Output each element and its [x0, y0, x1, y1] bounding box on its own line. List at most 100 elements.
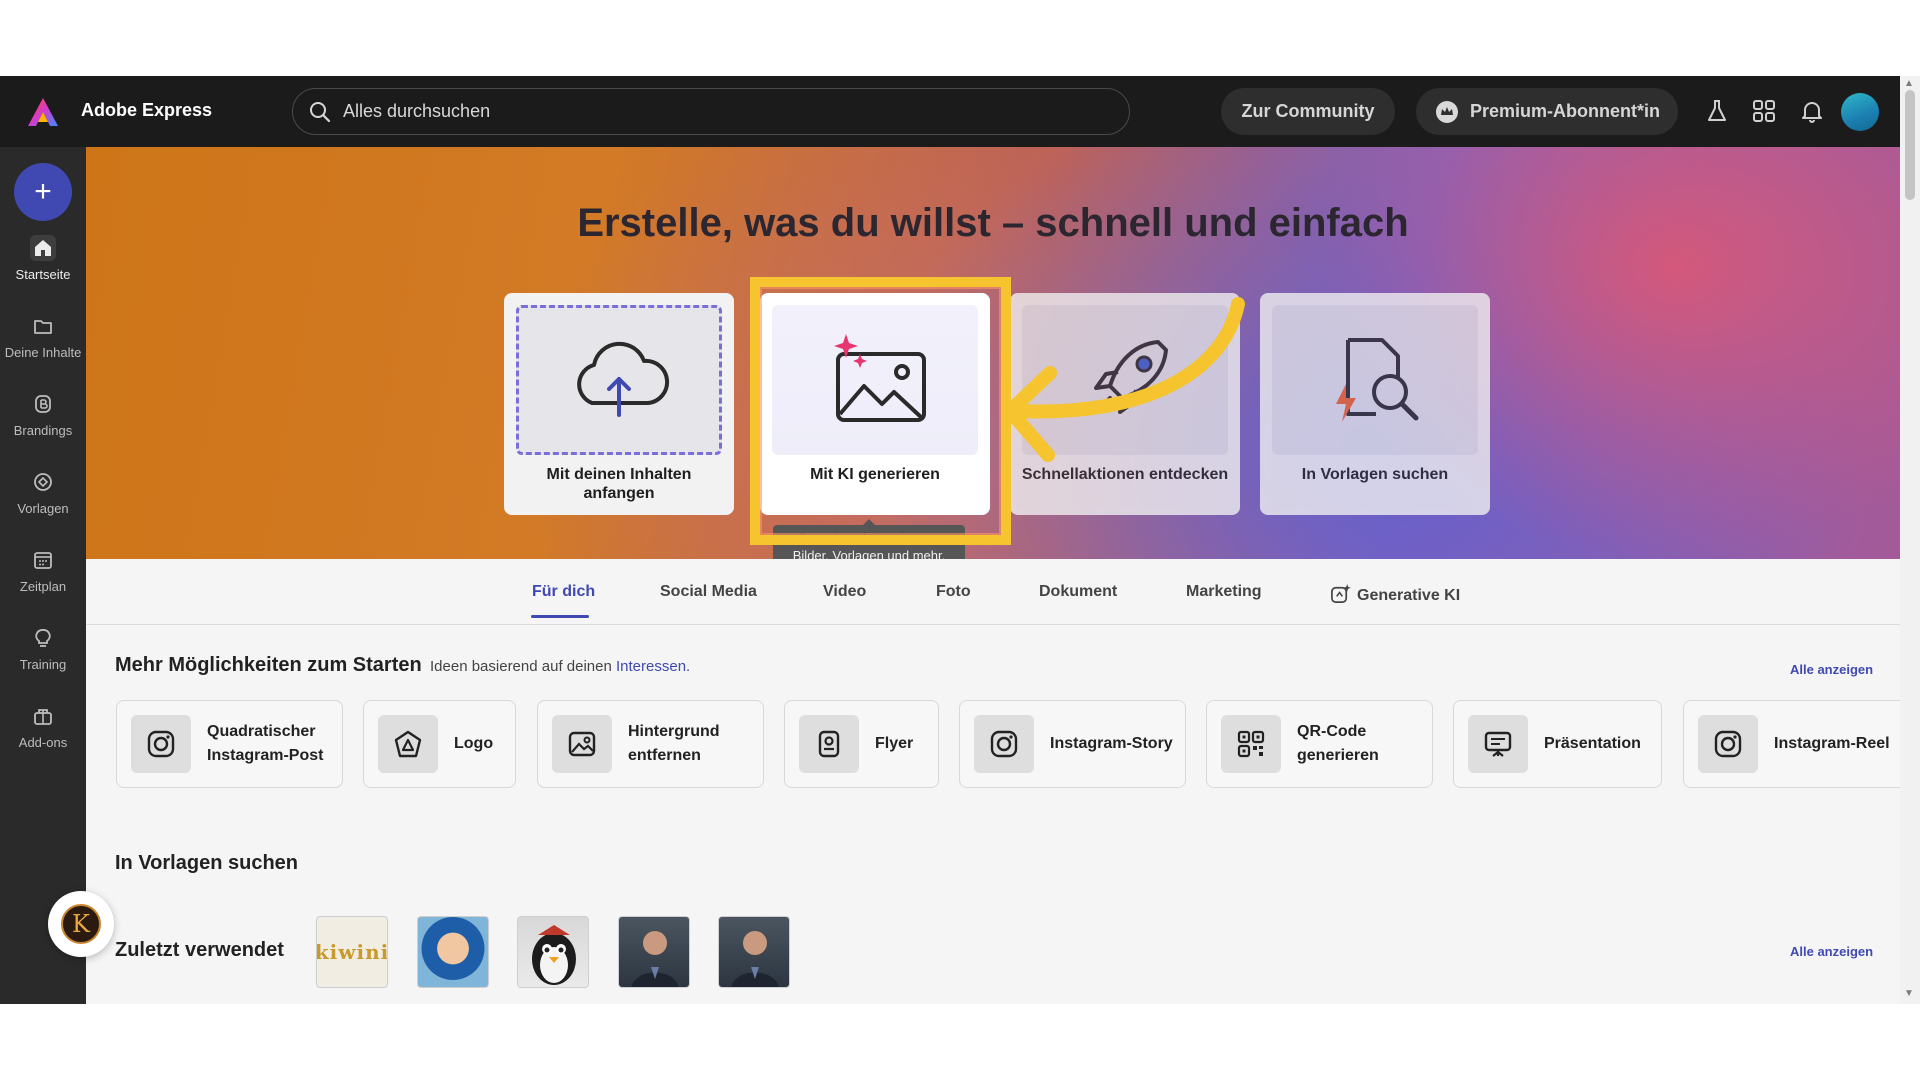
- scroll-thumb[interactable]: [1905, 90, 1915, 200]
- lightbulb-icon: [30, 625, 56, 651]
- create-button[interactable]: +: [14, 163, 72, 221]
- tab-fuer-dich[interactable]: Für dich: [532, 583, 595, 601]
- vertical-scrollbar[interactable]: ▲ ▼: [1900, 76, 1920, 1004]
- sidebar-item-add-ons[interactable]: Add-ons: [0, 703, 86, 773]
- sidebar-item-label: Vorlagen: [17, 501, 69, 516]
- recent-see-all-link[interactable]: Alle anzeigen: [1790, 944, 1873, 959]
- sidebar-item-label: Brandings: [13, 423, 73, 438]
- quick-item-flyer[interactable]: Flyer: [784, 700, 939, 788]
- quick-item-label: Flyer: [875, 735, 914, 752]
- templates-section-title: In Vorlagen suchen: [115, 852, 298, 874]
- folder-icon: [30, 313, 56, 339]
- community-button[interactable]: Zur Community: [1221, 88, 1395, 135]
- kiwini-logo-text: kiwini: [316, 940, 388, 964]
- tab-video[interactable]: Video: [823, 583, 866, 601]
- sidebar-item-vorlagen[interactable]: Vorlagen: [0, 469, 86, 539]
- card-generate-ai[interactable]: Mit KI generieren: [760, 293, 990, 515]
- quick-item-label: Präsentation: [1544, 735, 1641, 752]
- sidebar-item-label: Training: [19, 657, 67, 672]
- card-thumb: [1272, 305, 1478, 455]
- recent-thumb-portrait-2[interactable]: [718, 916, 790, 988]
- card-upload-content[interactable]: Mit deinen Inhalten anfangen: [504, 293, 734, 515]
- user-avatar[interactable]: [1841, 93, 1879, 131]
- scroll-up-icon[interactable]: ▲: [1904, 78, 1914, 89]
- active-tab-indicator: [531, 615, 589, 618]
- quick-item-qr-code[interactable]: QR-Code generieren: [1206, 700, 1433, 788]
- interests-link[interactable]: Interessen.: [616, 658, 690, 675]
- sidebar-item-label: Zeitplan: [19, 579, 67, 594]
- templates-icon: [30, 469, 56, 495]
- app-window: Adobe Express Alles durchsuchen Zur Comm…: [0, 76, 1920, 1004]
- quick-item-label: Hintergrund entfernen: [628, 723, 720, 764]
- bell-icon[interactable]: [1799, 98, 1825, 124]
- template-search-icon: [1336, 338, 1419, 422]
- rocket-icon: [1094, 340, 1168, 414]
- tab-social-media[interactable]: Social Media: [660, 583, 757, 601]
- profile-k-icon: K: [61, 904, 101, 944]
- tab-generative-ki[interactable]: Generative KI: [1330, 583, 1460, 605]
- portrait-image-icon: [631, 931, 679, 987]
- tab-dokument[interactable]: Dokument: [1039, 583, 1117, 601]
- premium-button[interactable]: Premium-Abonnent*in: [1416, 88, 1678, 135]
- recent-thumb-penguin[interactable]: [517, 916, 589, 988]
- cloud-upload-icon: [577, 341, 670, 417]
- tab-marketing[interactable]: Marketing: [1186, 583, 1262, 601]
- quick-item-label: Instagram-Reel: [1774, 735, 1890, 752]
- community-label: Zur Community: [1241, 101, 1375, 121]
- card-label: Mit deinen Inhalten anfangen: [546, 466, 692, 502]
- floating-profile-button[interactable]: K: [48, 891, 114, 957]
- see-all-link[interactable]: Alle anzeigen: [1790, 662, 1873, 677]
- quick-item-logo[interactable]: Logo: [363, 700, 516, 788]
- scroll-down-icon[interactable]: ▼: [1904, 988, 1914, 999]
- tooltip-line-1: Generiere deine eigenen: [797, 530, 941, 545]
- quick-item-instagram-post[interactable]: Quadratischer Instagram-Post: [116, 700, 343, 788]
- start-section-title: Mehr Möglichkeiten zum Starten: [115, 654, 422, 676]
- app-name[interactable]: Adobe Express: [81, 100, 212, 121]
- card-label: Mit KI generieren: [810, 466, 940, 483]
- instagram-icon: [131, 715, 191, 773]
- recent-thumb-kiwini[interactable]: kiwini: [316, 916, 388, 988]
- premium-label: Premium-Abonnent*in: [1469, 101, 1660, 121]
- card-quick-actions[interactable]: Schnellaktionen entdecken: [1010, 293, 1240, 515]
- sidebar-item-label: Deine Inhalte: [4, 345, 82, 360]
- card-thumb: [1022, 305, 1228, 455]
- tab-foto[interactable]: Foto: [936, 583, 971, 601]
- adobe-express-logo-icon[interactable]: [26, 96, 60, 128]
- sidebar-item-brandings[interactable]: Brandings: [0, 391, 86, 461]
- start-section-subtitle: Ideen basierend auf deinen Interessen.: [430, 658, 690, 675]
- presentation-icon: [1468, 715, 1528, 773]
- card-thumb: [516, 305, 722, 455]
- portrait-image-icon: [731, 931, 779, 987]
- quick-item-instagram-reel[interactable]: Instagram-Reel: [1683, 700, 1900, 788]
- quick-item-presentation[interactable]: Präsentation: [1453, 700, 1662, 788]
- sidebar-item-training[interactable]: Training: [0, 625, 86, 695]
- sidebar-item-zeitplan[interactable]: Zeitplan: [0, 547, 86, 617]
- instagram-icon: [974, 715, 1034, 773]
- sidebar-item-label: Startseite: [15, 267, 71, 282]
- flyer-icon: [799, 715, 859, 773]
- penguin-image-icon: [532, 925, 576, 985]
- instagram-icon: [1698, 715, 1758, 773]
- sidebar-item-deine-inhalte[interactable]: Deine Inhalte: [0, 313, 86, 383]
- quick-item-label: Quadratischer Instagram-Post: [207, 723, 324, 764]
- category-tabs: Für dich Social Media Video Foto Dokumen…: [86, 559, 1900, 625]
- brand-icon: [30, 391, 56, 417]
- card-thumb: [772, 305, 978, 455]
- qr-code-icon: [1221, 715, 1281, 773]
- flask-icon[interactable]: [1704, 98, 1730, 124]
- card-label: Schnellaktionen entdecken: [1021, 466, 1229, 483]
- sidebar-item-label: Add-ons: [18, 735, 68, 750]
- recent-thumb-portrait-1[interactable]: [618, 916, 690, 988]
- search-placeholder: Alles durchsuchen: [343, 101, 491, 121]
- apps-grid-icon[interactable]: [1751, 98, 1777, 124]
- card-search-templates[interactable]: In Vorlagen suchen: [1260, 293, 1490, 515]
- search-input[interactable]: Alles durchsuchen: [292, 88, 1130, 135]
- sidebar-item-startseite[interactable]: Startseite: [0, 235, 86, 305]
- quick-item-remove-background[interactable]: Hintergrund entfernen: [537, 700, 764, 788]
- plus-icon: +: [34, 175, 52, 208]
- recent-thumb-illustration[interactable]: [417, 916, 489, 988]
- quick-item-instagram-story[interactable]: Instagram-Story: [959, 700, 1186, 788]
- hero-banner: Erstelle, was du willst – schnell und ei…: [86, 147, 1900, 559]
- recent-section-title: Zuletzt verwendet: [115, 939, 284, 961]
- quick-item-label: Logo: [454, 735, 494, 752]
